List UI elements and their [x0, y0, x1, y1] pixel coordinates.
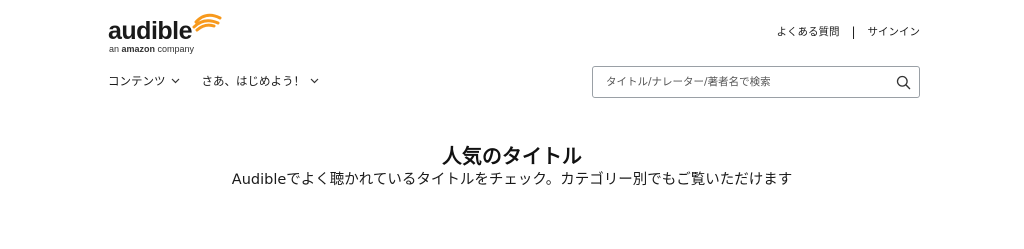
page: audible an amazon company よくある質問 | サインイン… [0, 0, 1024, 249]
search-input[interactable] [606, 67, 886, 97]
search-box [592, 66, 920, 98]
nav-item-get-started[interactable]: さあ、はじめよう！ [202, 73, 320, 89]
audible-waves-icon [192, 13, 222, 32]
nav-item-label: さあ、はじめよう！ [201, 74, 306, 88]
sign-in-link[interactable]: サインイン [868, 24, 921, 39]
nav-item-label: コンテンツ [108, 74, 166, 88]
page-subtitle: Audibleでよく聴かれているタイトルをチェック。カテゴリー別でもご覧いただけ… [231, 172, 793, 188]
logo-tagline: an amazon company [109, 44, 195, 54]
search-icon[interactable] [896, 75, 911, 90]
nav-item-content[interactable]: コンテンツ [108, 73, 180, 89]
chevron-down-icon [310, 78, 319, 84]
logo-wordmark: audible [108, 17, 193, 45]
main-nav: コンテンツ さあ、はじめよう！ [108, 73, 319, 89]
page-title: 人気のタイトル [442, 144, 582, 168]
chevron-down-icon [171, 78, 179, 84]
faq-link[interactable]: よくある質問 [776, 24, 839, 39]
header-separator: | [851, 24, 856, 39]
header-links: よくある質問 | サインイン [776, 24, 920, 39]
audible-logo[interactable]: audible an amazon company [108, 10, 228, 56]
